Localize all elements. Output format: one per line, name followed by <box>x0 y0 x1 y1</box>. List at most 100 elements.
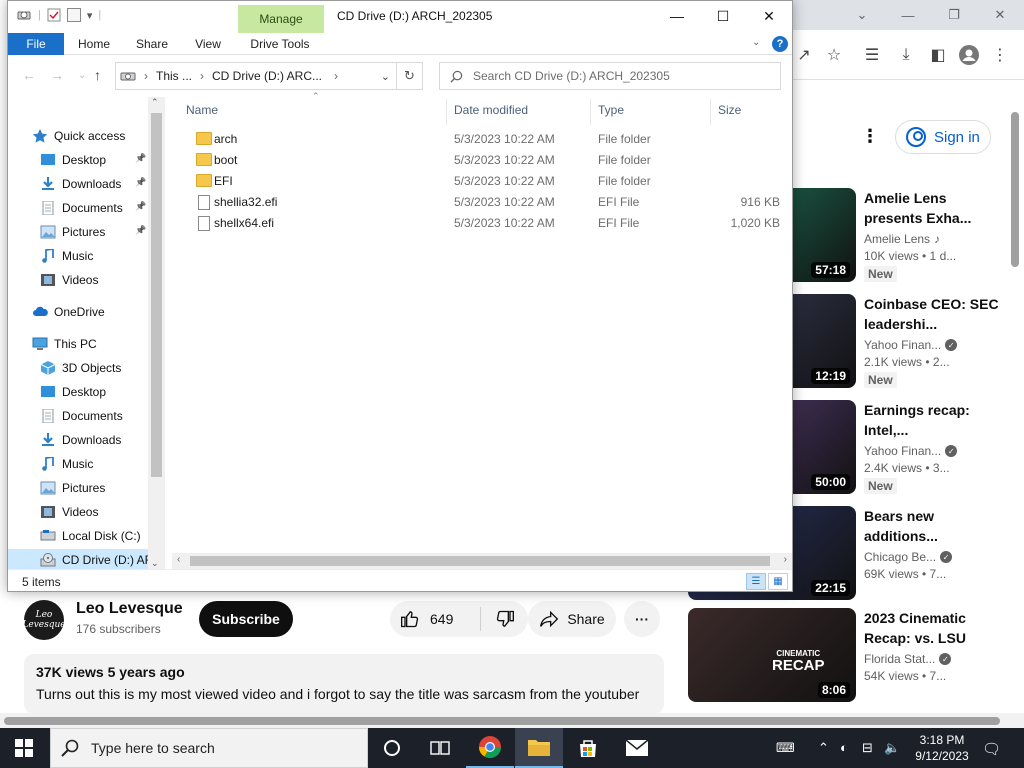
breadcrumb-this-pc[interactable]: This ... <box>156 69 192 83</box>
scroll-thumb[interactable] <box>151 113 162 477</box>
file-row[interactable]: EFI 5/3/2023 10:22 AM File folder <box>184 171 784 192</box>
manage-contextual-tab[interactable]: Manage <box>238 5 324 33</box>
explorer-titlebar[interactable]: | ▾ | Manage CD Drive (D:) ARCH_202305 —… <box>8 1 792 33</box>
address-bar[interactable]: › This ... › CD Drive (D:) ARC... › ⌄ <box>115 62 397 90</box>
keyboard-icon[interactable]: ⌨ <box>776 740 795 756</box>
recommended-video[interactable]: CINEMATIC RECAP 8:06 2023 Cinematic Recap: … <box>688 608 1008 704</box>
video-channel[interactable]: Chicago Be... ✓ <box>864 550 1004 564</box>
more-actions-button[interactable]: ··· <box>624 601 660 637</box>
nav-qa-pictures[interactable]: Pictures <box>40 221 105 243</box>
side-panel-icon[interactable]: ◧ <box>927 44 949 66</box>
chrome-minimize-button[interactable]: — <box>885 0 931 30</box>
meet-now-icon[interactable]: ◐ <box>840 740 848 755</box>
nav-pc-item-2[interactable]: Documents <box>40 405 123 427</box>
chrome-restore-button[interactable]: ❐ <box>931 0 977 30</box>
large-icons-view-icon[interactable]: ▦ <box>768 573 788 590</box>
store-app-icon[interactable] <box>564 728 612 768</box>
scroll-down-icon[interactable]: ⌄ <box>151 558 159 569</box>
minimize-button[interactable]: — <box>654 1 700 31</box>
help-icon[interactable]: ? <box>772 36 788 52</box>
nav-pc-item-4[interactable]: Music <box>40 453 93 475</box>
column-divider[interactable] <box>446 99 447 125</box>
column-divider[interactable] <box>710 99 711 125</box>
file-row[interactable]: boot 5/3/2023 10:22 AM File folder <box>184 150 784 171</box>
channel-name[interactable]: Leo Levesque <box>76 600 183 618</box>
start-button[interactable] <box>0 728 48 768</box>
share-button[interactable]: Share <box>528 601 616 637</box>
scroll-thumb[interactable] <box>190 556 770 566</box>
video-channel[interactable]: Florida Stat... ✓ <box>864 652 1004 666</box>
expand-ribbon-icon[interactable]: ⌄ <box>752 37 760 48</box>
download-icon[interactable]: ⤓ <box>895 44 917 66</box>
nav-pc-item-3[interactable]: Downloads <box>40 429 121 451</box>
properties-icon[interactable] <box>47 8 61 22</box>
dislike-button[interactable] <box>481 609 528 629</box>
cortana-icon[interactable] <box>368 728 416 768</box>
bookmark-star-icon[interactable]: ☆ <box>823 44 845 66</box>
tab-drive-tools[interactable]: Drive Tools <box>240 33 320 55</box>
chrome-app-icon[interactable] <box>466 728 514 768</box>
new-folder-icon[interactable] <box>66 8 81 22</box>
nav-qa-videos[interactable]: Videos <box>40 269 98 291</box>
reading-list-icon[interactable]: ☰ <box>861 44 883 66</box>
column-header-type[interactable]: Type <box>598 103 624 117</box>
customize-toolbar-icon[interactable]: ▾ <box>87 9 93 22</box>
chrome-close-button[interactable]: ✕ <box>977 0 1023 30</box>
back-arrow-icon[interactable]: ← <box>22 67 36 83</box>
scroll-thumb[interactable] <box>4 717 1000 725</box>
nav-qa-desktop[interactable]: Desktop <box>40 149 106 171</box>
up-arrow-icon[interactable]: ↑ <box>94 67 101 83</box>
maximize-button[interactable]: ☐ <box>700 1 746 31</box>
settings-menu-icon[interactable]: ⋮ <box>861 126 879 147</box>
forward-arrow-icon[interactable]: → <box>50 67 64 83</box>
nav-pc-item-8[interactable]: CD Drive (D:) AR <box>8 549 153 569</box>
nav-pc-item-7[interactable]: Local Disk (C:) <box>40 525 141 547</box>
nav-pc-item-0[interactable]: 3D Objects <box>40 357 121 379</box>
breadcrumb-separator-icon[interactable]: › <box>144 69 148 83</box>
scroll-up-icon[interactable]: ⌃ <box>151 97 159 108</box>
column-divider[interactable] <box>590 99 591 125</box>
nav-this-pc[interactable]: This PC <box>32 333 97 355</box>
nav-pc-item-5[interactable]: Pictures <box>40 477 105 499</box>
file-row[interactable]: shellx64.efi 5/3/2023 10:22 AM EFI File 1,0… <box>184 213 784 234</box>
column-header-name[interactable]: Name <box>186 103 218 117</box>
file-explorer-app-icon[interactable] <box>515 728 563 768</box>
navigation-scrollbar[interactable]: ⌃ ⌄ <box>148 97 165 569</box>
scroll-left-icon[interactable]: ‹ <box>177 554 180 565</box>
file-list-horizontal-scrollbar[interactable]: ‹ › <box>172 553 792 569</box>
column-header-size[interactable]: Size <box>718 103 741 117</box>
scroll-right-icon[interactable]: › <box>784 554 787 565</box>
subscribe-button[interactable]: Subscribe <box>199 601 293 637</box>
nav-qa-downloads[interactable]: Downloads <box>40 173 121 195</box>
chrome-menu-icon[interactable]: ⋮ <box>989 44 1011 66</box>
taskbar-clock[interactable]: 3:18 PM 9/12/2023 <box>907 732 977 764</box>
taskbar-search-box[interactable]: Type here to search <box>50 728 368 768</box>
file-row[interactable]: arch 5/3/2023 10:22 AM File folder <box>184 129 784 150</box>
show-hidden-icons-icon[interactable]: ⌃ <box>818 740 829 756</box>
refresh-button[interactable]: ↻ <box>397 62 423 90</box>
volume-icon[interactable]: 🔈 <box>884 740 900 756</box>
tab-home[interactable]: Home <box>66 33 122 55</box>
breadcrumb-separator-icon[interactable]: › <box>334 69 338 83</box>
video-channel[interactable]: Yahoo Finan... ✓ <box>864 444 1004 458</box>
drive-icon[interactable] <box>16 7 32 23</box>
breadcrumb-separator-icon[interactable]: › <box>200 69 204 83</box>
nav-quick-access[interactable]: Quick access <box>32 125 125 147</box>
video-thumbnail[interactable]: CINEMATIC RECAP 8:06 <box>688 608 856 702</box>
video-title[interactable]: Amelie Lens presents Exha... <box>864 188 1004 228</box>
network-icon[interactable]: ⊟ <box>862 740 873 756</box>
file-row[interactable]: shellia32.efi 5/3/2023 10:22 AM EFI File 91… <box>184 192 784 213</box>
browser-horizontal-scrollbar[interactable] <box>0 713 1024 728</box>
close-button[interactable]: ✕ <box>746 1 792 31</box>
video-channel[interactable]: Amelie Lens ♪ <box>864 232 1004 246</box>
tab-search-icon[interactable]: ⌄ <box>839 0 885 30</box>
like-button[interactable]: 649 <box>390 609 480 629</box>
sign-in-button[interactable]: Sign in <box>895 120 991 154</box>
nav-pc-item-6[interactable]: Videos <box>40 501 98 523</box>
share-page-icon[interactable]: ↗ <box>793 44 815 66</box>
tab-file[interactable]: File <box>8 33 64 55</box>
video-title[interactable]: Earnings recap: Intel,... <box>864 400 1004 440</box>
search-input[interactable]: Search CD Drive (D:) ARCH_202305 <box>439 62 781 90</box>
recent-locations-icon[interactable]: ⌄ <box>78 70 86 81</box>
profile-icon[interactable] <box>958 44 980 66</box>
